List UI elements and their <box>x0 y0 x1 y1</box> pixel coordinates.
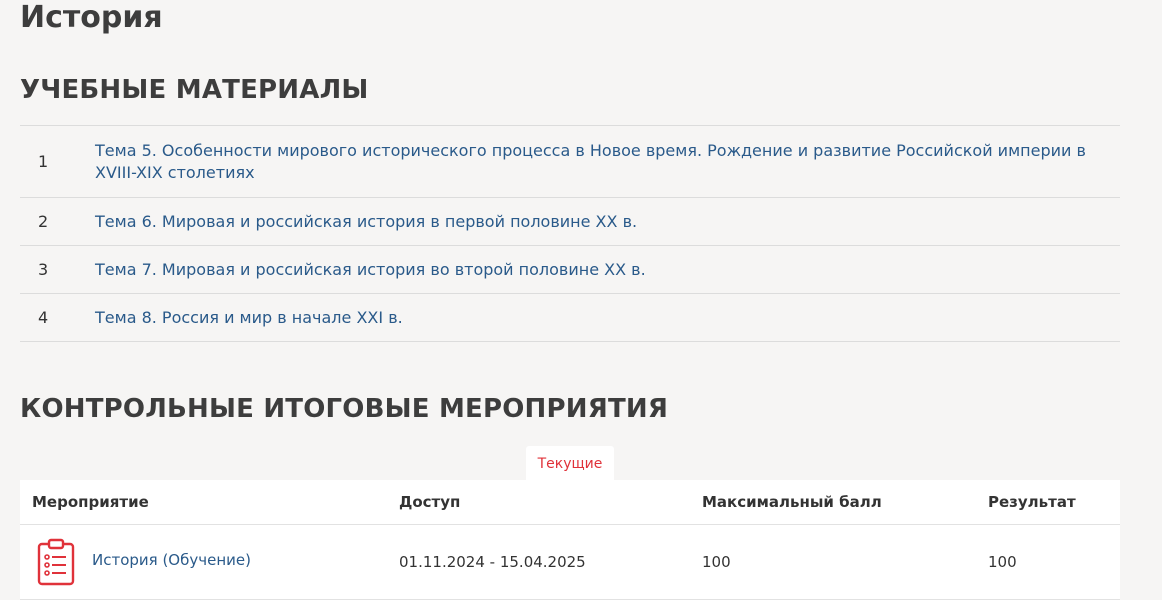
event-link[interactable]: История (Обучение) <box>92 551 251 569</box>
column-header-event: Мероприятие <box>32 493 149 511</box>
events-table-header: Мероприятие Доступ Максимальный балл Рез… <box>20 480 1120 525</box>
event-result: 100 <box>988 553 1017 571</box>
column-header-access: Доступ <box>399 493 461 511</box>
material-row: 3 Тема 7. Мировая и российская история в… <box>20 246 1120 294</box>
checklist-icon <box>37 538 75 586</box>
material-row: 1 Тема 5. Особенности мирового историчес… <box>20 126 1120 198</box>
material-number: 2 <box>38 212 49 231</box>
material-link[interactable]: Тема 6. Мировая и российская история в п… <box>95 211 1120 233</box>
materials-list: 1 Тема 5. Особенности мирового историчес… <box>20 125 1120 342</box>
tab-current[interactable]: Текущие <box>526 446 614 480</box>
materials-section-title: УЧЕБНЫЕ МАТЕРИАЛЫ <box>20 75 369 105</box>
material-number: 4 <box>38 308 49 327</box>
material-row: 2 Тема 6. Мировая и российская история в… <box>20 198 1120 246</box>
event-access: 01.11.2024 - 15.04.2025 <box>399 553 586 571</box>
event-cell: История (Обучение) <box>20 538 399 586</box>
column-header-max-score: Максимальный балл <box>702 493 882 511</box>
events-section-title: КОНТРОЛЬНЫЕ ИТОГОВЫЕ МЕРОПРИЯТИЯ <box>20 394 669 424</box>
event-max-score: 100 <box>702 553 731 571</box>
material-link[interactable]: Тема 7. Мировая и российская история во … <box>95 259 1120 281</box>
column-header-result: Результат <box>988 493 1076 511</box>
material-row: 4 Тема 8. Россия и мир в начале XXI в. <box>20 294 1120 342</box>
table-row: История (Обучение) 01.11.2024 - 15.04.20… <box>20 525 1120 600</box>
material-number: 1 <box>38 152 49 171</box>
page-title: История <box>20 0 163 35</box>
material-link[interactable]: Тема 5. Особенности мирового историческо… <box>95 140 1120 184</box>
material-link[interactable]: Тема 8. Россия и мир в начале XXI в. <box>95 307 1120 329</box>
material-number: 3 <box>38 260 49 279</box>
events-table: Мероприятие Доступ Максимальный балл Рез… <box>20 480 1120 600</box>
